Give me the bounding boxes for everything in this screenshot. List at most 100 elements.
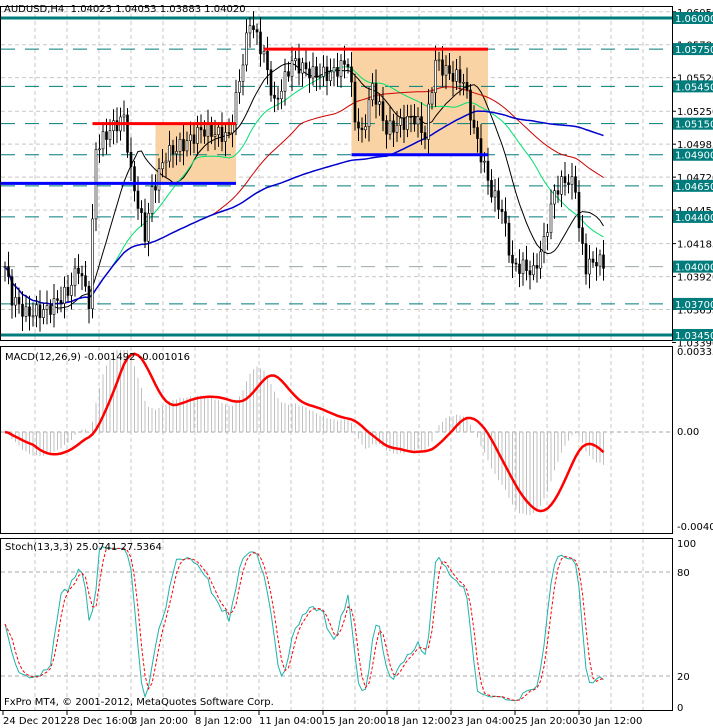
candle-body xyxy=(122,114,126,118)
candle-body xyxy=(577,191,581,229)
candle-body xyxy=(269,69,273,96)
time-label: 11 Jan 04:00 xyxy=(259,716,322,727)
stoch-signal-line xyxy=(4,547,604,701)
candle-body xyxy=(133,166,136,192)
candle-body xyxy=(227,132,231,134)
rectangle-zone xyxy=(155,123,236,184)
candle-body xyxy=(385,120,388,135)
candle-body xyxy=(392,120,395,133)
candle-body xyxy=(63,286,66,304)
candle-body xyxy=(182,139,185,152)
level-label: 1.03700 xyxy=(675,300,713,311)
level-label: 1.05750 xyxy=(675,45,713,56)
candle-body xyxy=(217,126,220,135)
candle-body xyxy=(283,71,287,92)
level-label: 1.04000 xyxy=(675,263,713,274)
candle-body xyxy=(423,132,427,140)
candle-body xyxy=(381,101,385,121)
chart-canvas[interactable]: 1.060501.057851.055201.052501.049851.047… xyxy=(0,0,713,728)
candle-body xyxy=(189,134,192,141)
candle-body xyxy=(325,66,329,81)
candle-body xyxy=(371,83,374,101)
candle-body xyxy=(108,130,112,140)
candle-body xyxy=(476,127,479,139)
candle-body xyxy=(273,94,276,99)
candle-body xyxy=(129,152,133,167)
candle-body xyxy=(87,285,91,310)
candle-body xyxy=(168,145,171,162)
macd-tick: -0.00406 xyxy=(677,522,713,533)
candle-body xyxy=(339,60,343,77)
candle-body xyxy=(574,176,577,193)
candle-body xyxy=(98,148,101,151)
candle-body xyxy=(185,140,189,152)
level-label: 1.04400 xyxy=(675,213,713,224)
candle-body xyxy=(157,168,161,191)
candle-body xyxy=(70,284,73,296)
candle-body xyxy=(140,208,143,213)
candle-body xyxy=(507,222,511,256)
time-label: 25 Jan 20:00 xyxy=(515,716,578,727)
candle-body xyxy=(56,298,59,301)
candle-body xyxy=(14,297,17,306)
candle-body xyxy=(241,64,245,82)
candle-body xyxy=(255,29,259,33)
candle-body xyxy=(532,265,535,276)
candle-body xyxy=(126,114,129,153)
candle-body xyxy=(399,117,402,126)
candle-body xyxy=(500,209,504,212)
candle-body xyxy=(388,120,392,135)
candle-body xyxy=(245,32,248,66)
candle-body xyxy=(332,67,336,73)
candle-body xyxy=(598,254,602,267)
candle-body xyxy=(91,218,94,310)
candle-body xyxy=(560,176,563,195)
candle-body xyxy=(45,305,49,310)
time-label: 30 Jan 12:00 xyxy=(579,716,642,727)
candle-body xyxy=(276,97,280,100)
candle-body xyxy=(311,66,315,79)
time-label: 18 Jan 12:00 xyxy=(387,716,450,727)
candle-body xyxy=(336,67,339,77)
candle-body xyxy=(238,81,241,93)
candle-body xyxy=(409,116,413,118)
candle-body xyxy=(469,89,472,121)
candle-body xyxy=(556,190,560,195)
candle-body xyxy=(430,92,434,105)
candle-body xyxy=(416,116,420,125)
candle-body xyxy=(374,83,378,105)
time-label: 28 Dec 16:00 xyxy=(67,716,134,727)
candle-body xyxy=(570,176,574,185)
copyright: FxPro MT4, © 2001-2012, MetaQuotes Softw… xyxy=(4,697,274,708)
candle-body xyxy=(262,51,266,55)
candle-body xyxy=(458,69,462,83)
candle-body xyxy=(308,68,311,79)
candle-body xyxy=(77,267,80,274)
candle-body xyxy=(406,116,409,130)
candle-body xyxy=(528,270,532,276)
level-label: 1.05450 xyxy=(675,82,713,93)
candle-body xyxy=(210,123,213,137)
macd-tick: 0.003335 xyxy=(677,347,713,358)
candle-body xyxy=(105,131,108,140)
candle-body xyxy=(287,71,290,77)
candle-body xyxy=(220,126,224,142)
candle-body xyxy=(546,232,549,237)
candle-body xyxy=(49,305,52,315)
candle-body xyxy=(539,251,542,269)
candle-body xyxy=(35,304,38,317)
symbol-label: AUDUSD,H4 1.04023 1.04053 1.03883 1.0402… xyxy=(4,4,246,15)
candle-body xyxy=(479,138,483,163)
time-label: 23 Jan 04:00 xyxy=(451,716,514,727)
candle-body xyxy=(31,315,35,318)
candle-body xyxy=(329,71,332,81)
candle-body xyxy=(437,59,441,62)
time-label: 15 Jan 20:00 xyxy=(323,716,386,727)
stoch-panel xyxy=(0,538,673,711)
ohlc-values: 1.04023 1.04053 1.03883 1.04020 xyxy=(70,4,246,15)
candle-body xyxy=(343,60,346,65)
candle-body xyxy=(318,76,322,78)
candle-body xyxy=(595,262,598,267)
candle-body xyxy=(196,127,199,144)
candle-body xyxy=(136,190,140,209)
